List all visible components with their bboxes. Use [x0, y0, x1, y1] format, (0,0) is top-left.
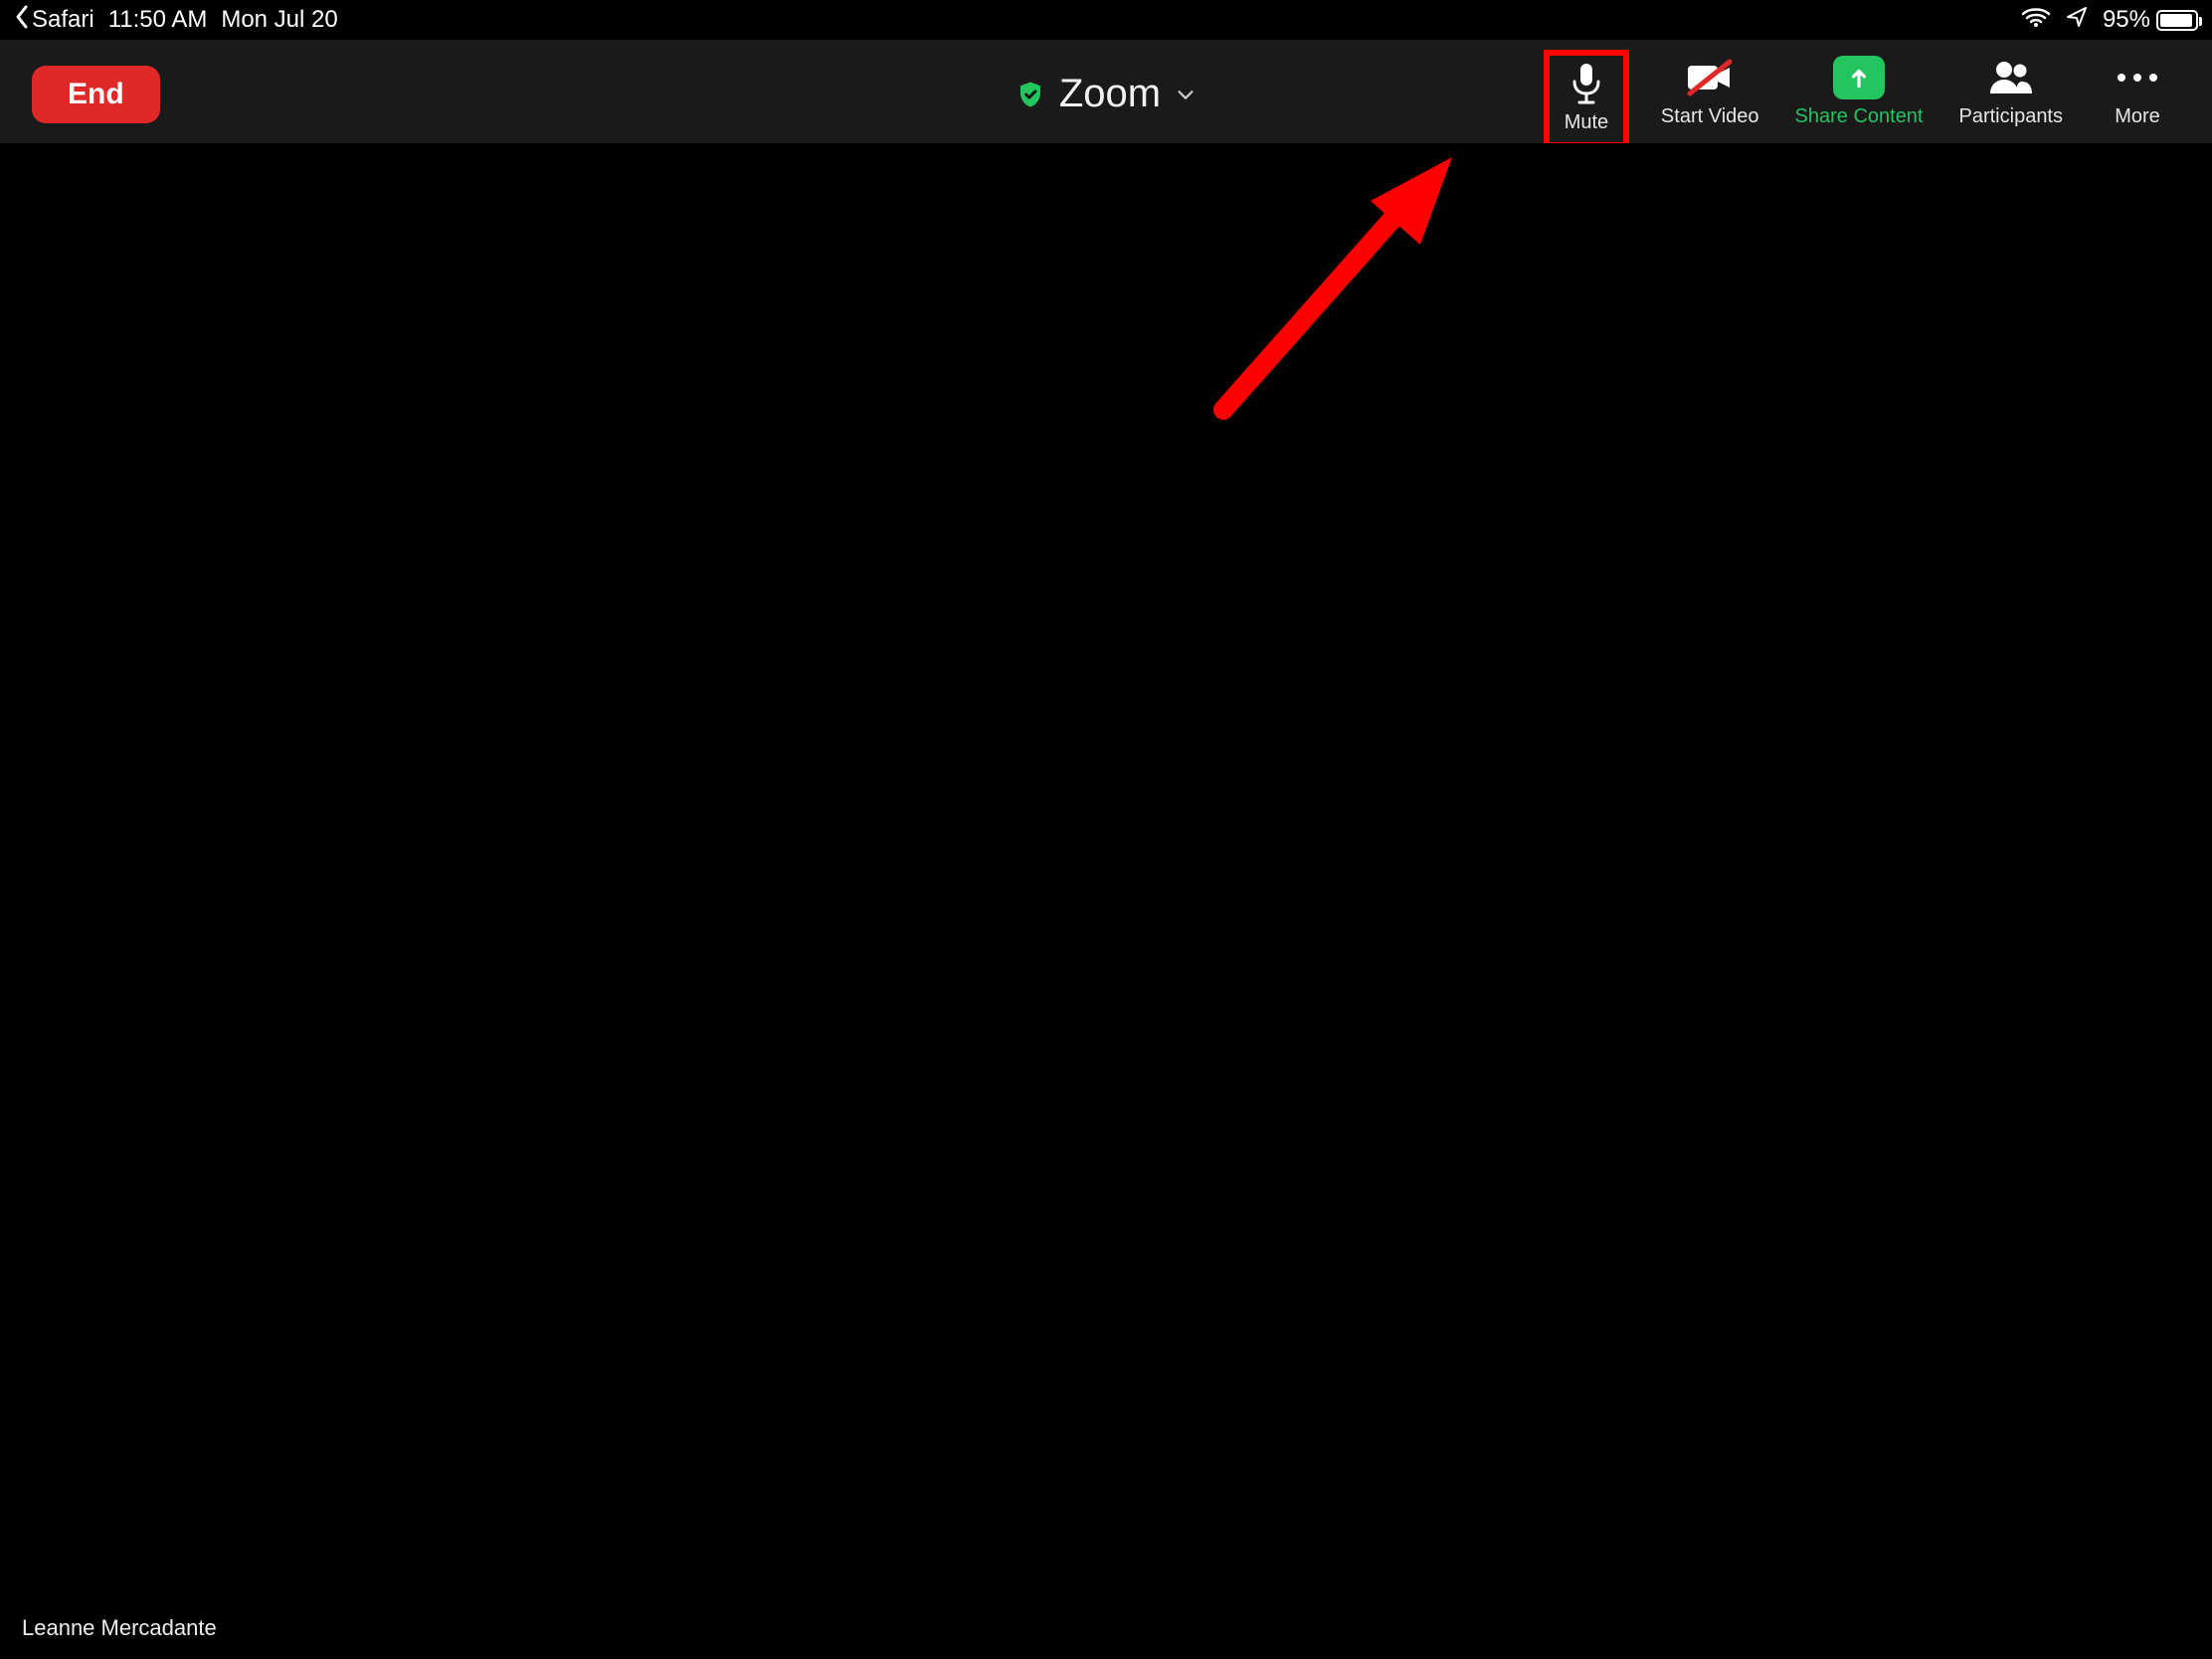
- more-label: More: [2115, 105, 2160, 128]
- location-icon: [2065, 5, 2089, 36]
- ipad-status-bar: Safari 11:50 AM Mon Jul 20 95%: [0, 0, 2212, 40]
- share-content-icon: [1833, 56, 1885, 99]
- participant-name-label: Leanne Mercadante: [22, 1615, 217, 1641]
- mute-label: Mute: [1565, 111, 1608, 134]
- video-stage: Leanne Mercadante: [0, 143, 2212, 1659]
- more-button[interactable]: More: [2095, 50, 2180, 136]
- start-video-button[interactable]: Start Video: [1657, 50, 1763, 136]
- meeting-title: Zoom: [1059, 72, 1161, 116]
- microphone-icon: [1568, 62, 1604, 105]
- meeting-title-dropdown[interactable]: Zoom: [1015, 72, 1197, 116]
- back-to-safari-button[interactable]: Safari: [14, 5, 94, 36]
- share-content-label: Share Content: [1795, 105, 1924, 128]
- more-dots-icon: [2116, 56, 2159, 99]
- annotation-arrow-icon: [1203, 151, 1462, 435]
- participants-button[interactable]: Participants: [1955, 50, 2068, 136]
- mute-button[interactable]: Mute: [1544, 50, 1629, 148]
- toolbar-controls: Mute Start Video Share Content: [1544, 40, 2180, 148]
- battery-status: 95%: [2103, 6, 2198, 34]
- participants-label: Participants: [1959, 105, 2064, 128]
- share-content-button[interactable]: Share Content: [1791, 50, 1928, 136]
- battery-percentage: 95%: [2103, 6, 2150, 34]
- back-chevron-icon: [14, 5, 30, 36]
- status-date: Mon Jul 20: [221, 6, 337, 34]
- back-app-label: Safari: [32, 6, 94, 34]
- start-video-label: Start Video: [1661, 105, 1759, 128]
- participants-icon: [1986, 56, 2036, 99]
- video-camera-off-icon: [1684, 56, 1736, 99]
- chevron-down-icon: [1175, 84, 1197, 105]
- battery-icon: [2156, 10, 2198, 31]
- wifi-icon: [2021, 6, 2051, 35]
- end-meeting-button[interactable]: End: [32, 66, 160, 123]
- status-time: 11:50 AM: [108, 6, 208, 34]
- encryption-shield-icon: [1015, 80, 1045, 109]
- zoom-toolbar: End Zoom Mute: [0, 40, 2212, 143]
